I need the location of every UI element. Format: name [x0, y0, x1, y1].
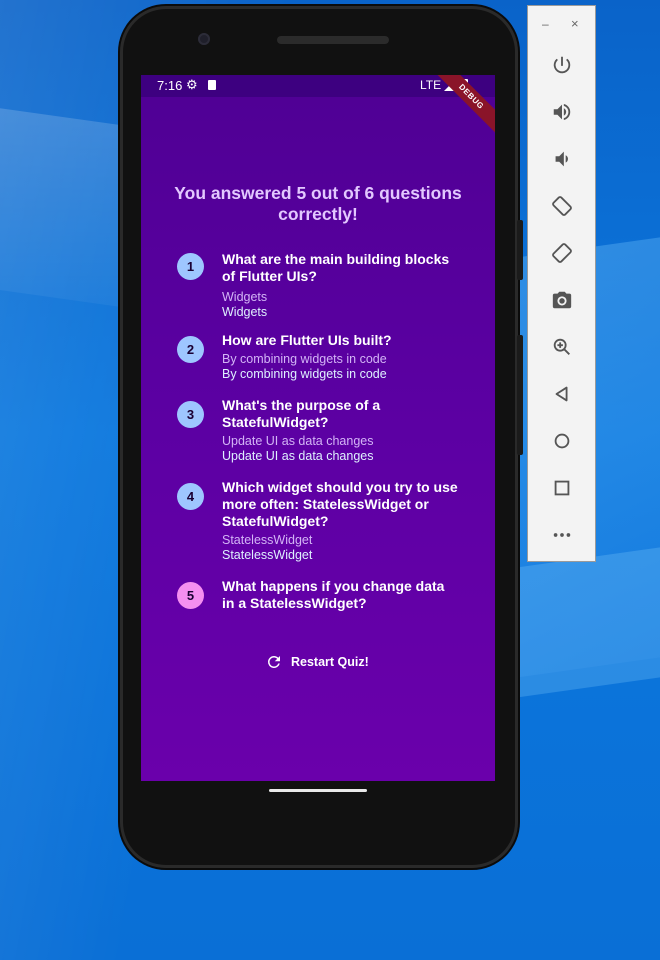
- restart-quiz-label: Restart Quiz!: [291, 655, 369, 669]
- question-text: What's the purpose of a StatefulWidget?: [222, 397, 381, 430]
- settings-gear-icon: ⚙: [186, 77, 198, 92]
- more-icon: [553, 533, 571, 537]
- more-button[interactable]: [548, 521, 576, 549]
- front-camera: [198, 33, 210, 45]
- minimize-button[interactable]: –: [542, 17, 549, 31]
- emulator-window-controls: – ×: [528, 6, 597, 44]
- back-button[interactable]: [548, 380, 576, 408]
- overview-icon: [554, 480, 570, 496]
- overview-button[interactable]: [548, 474, 576, 502]
- restart-quiz-button[interactable]: Restart Quiz!: [265, 651, 369, 673]
- back-icon: [555, 386, 568, 402]
- close-button[interactable]: ×: [571, 16, 579, 31]
- rotate-right-icon: [552, 243, 572, 263]
- question-text: What happens if you change data in a Sta…: [222, 578, 445, 611]
- questions-summary-list[interactable]: 1 What are the main building blocks of F…: [141, 253, 495, 613]
- volume-down-icon: [555, 151, 568, 167]
- phone-frame: 7:16 ⚙ LTE DEBUG You answered 5 out of 6…: [120, 6, 518, 868]
- rotate-left-icon: [552, 196, 572, 216]
- phone-volume-key: [517, 335, 523, 455]
- correct-answer: StatelessWidget: [222, 548, 313, 562]
- sd-card-icon: [208, 80, 216, 90]
- question-number-badge: 5: [177, 582, 204, 609]
- question-text: Which widget should you try to use more …: [222, 479, 458, 529]
- question-number-badge: 1: [177, 253, 204, 280]
- question-text: What are the main building blocks of Flu…: [222, 253, 450, 284]
- phone-power-key: [517, 220, 523, 280]
- volume-up-button[interactable]: [548, 98, 576, 126]
- volume-down-button[interactable]: [548, 145, 576, 173]
- zoom-icon: [553, 338, 570, 355]
- zoom-button[interactable]: [548, 333, 576, 361]
- app-screen: 7:16 ⚙ LTE DEBUG You answered 5 out of 6…: [141, 75, 495, 781]
- user-answer: StatelessWidget: [222, 533, 313, 547]
- question-number-badge: 2: [177, 336, 204, 363]
- status-time: 7:16: [157, 78, 183, 93]
- user-answer: By combining widgets in code: [222, 352, 387, 366]
- network-type: LTE: [420, 78, 442, 92]
- correct-answer: By combining widgets in code: [222, 367, 387, 381]
- screenshot-button[interactable]: [548, 286, 576, 314]
- emulator-toolbar: – ×: [527, 5, 596, 562]
- volume-up-icon: [553, 103, 571, 121]
- rotate-right-button[interactable]: [548, 239, 576, 267]
- power-button[interactable]: [548, 51, 576, 79]
- question-number-badge: 4: [177, 483, 204, 510]
- earpiece-speaker: [277, 36, 389, 44]
- power-icon: [553, 56, 571, 74]
- correct-answer: Update UI as data changes: [222, 449, 374, 463]
- home-gesture-bar[interactable]: [269, 789, 367, 792]
- result-summary-title: You answered 5 out of 6 questions correc…: [174, 183, 462, 224]
- home-icon: [554, 433, 570, 449]
- user-answer: Widgets: [222, 290, 268, 304]
- refresh-icon: [267, 656, 280, 668]
- home-button[interactable]: [548, 427, 576, 455]
- question-number-badge: 3: [177, 401, 204, 428]
- correct-answer: Widgets: [222, 305, 268, 319]
- rotate-left-button[interactable]: [548, 192, 576, 220]
- camera-icon: [552, 291, 572, 309]
- question-text: How are Flutter UIs built?: [222, 332, 392, 348]
- user-answer: Update UI as data changes: [222, 434, 374, 448]
